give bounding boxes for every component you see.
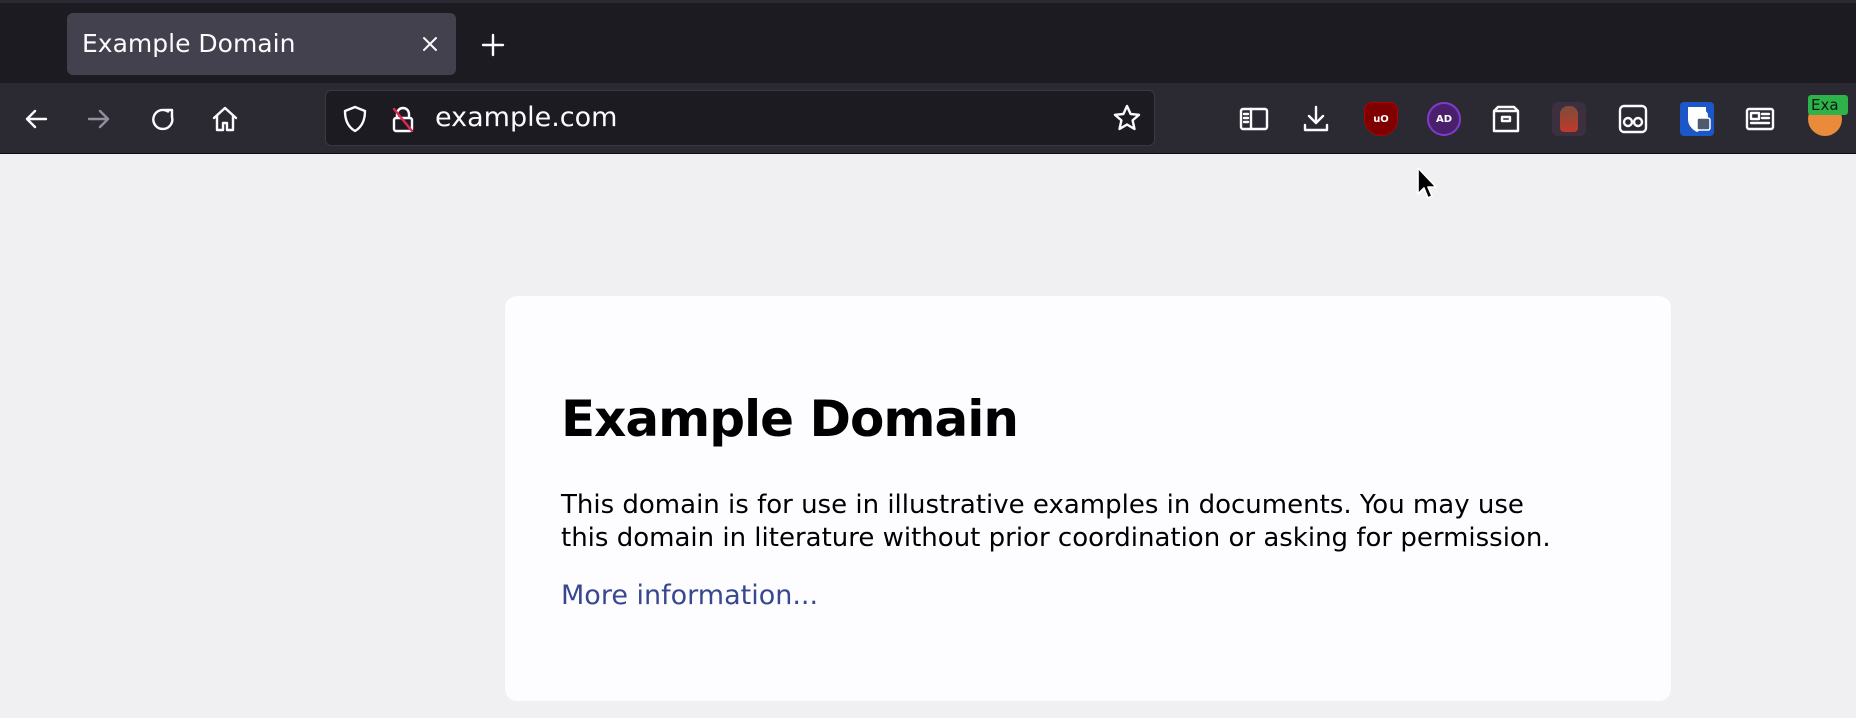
- adguard-icon[interactable]: AD: [1427, 102, 1461, 136]
- download-icon[interactable]: [1300, 103, 1332, 135]
- more-information-link[interactable]: More information...: [561, 580, 818, 611]
- monster-extension-icon[interactable]: [1552, 102, 1586, 136]
- bitwarden-icon[interactable]: [1680, 102, 1714, 136]
- mouse-cursor-icon: [1417, 167, 1437, 199]
- title-bar-edge: [0, 0, 1856, 3]
- glasses-icon[interactable]: [1617, 103, 1649, 135]
- avatar-label: Exa: [1808, 95, 1848, 115]
- arrow-left-icon[interactable]: [21, 104, 51, 134]
- ublock-label: uO: [1373, 113, 1389, 125]
- star-icon[interactable]: [1112, 103, 1142, 133]
- ublock-origin-icon[interactable]: uO: [1364, 102, 1398, 136]
- container-icon[interactable]: [1490, 103, 1522, 135]
- shield-icon[interactable]: [340, 104, 370, 134]
- reader-icon[interactable]: [1744, 103, 1776, 135]
- close-icon[interactable]: [416, 30, 444, 58]
- tab-example-domain[interactable]: Example Domain: [67, 13, 456, 75]
- tab-title: Example Domain: [82, 29, 296, 58]
- insecure-lock-icon[interactable]: [388, 104, 418, 134]
- tab-strip: Example Domain: [0, 0, 1856, 83]
- page-description: This domain is for use in illustrative e…: [561, 490, 1551, 553]
- monster-face: [1560, 106, 1578, 132]
- page-title: Example Domain: [561, 390, 1019, 448]
- avatar-icon[interactable]: Exa: [1808, 95, 1848, 136]
- reload-icon[interactable]: [148, 104, 178, 134]
- content-card: Example Domain This domain is for use in…: [505, 296, 1671, 701]
- navigation-toolbar: example.com uO AD Exa: [0, 83, 1856, 154]
- url-text[interactable]: example.com: [435, 91, 617, 145]
- plus-icon[interactable]: [476, 28, 510, 62]
- home-icon[interactable]: [210, 104, 240, 134]
- adguard-label: AD: [1435, 113, 1453, 125]
- arrow-right-icon[interactable]: [84, 104, 114, 134]
- url-bar[interactable]: example.com: [325, 90, 1155, 146]
- reader-view-icon[interactable]: [1238, 103, 1270, 135]
